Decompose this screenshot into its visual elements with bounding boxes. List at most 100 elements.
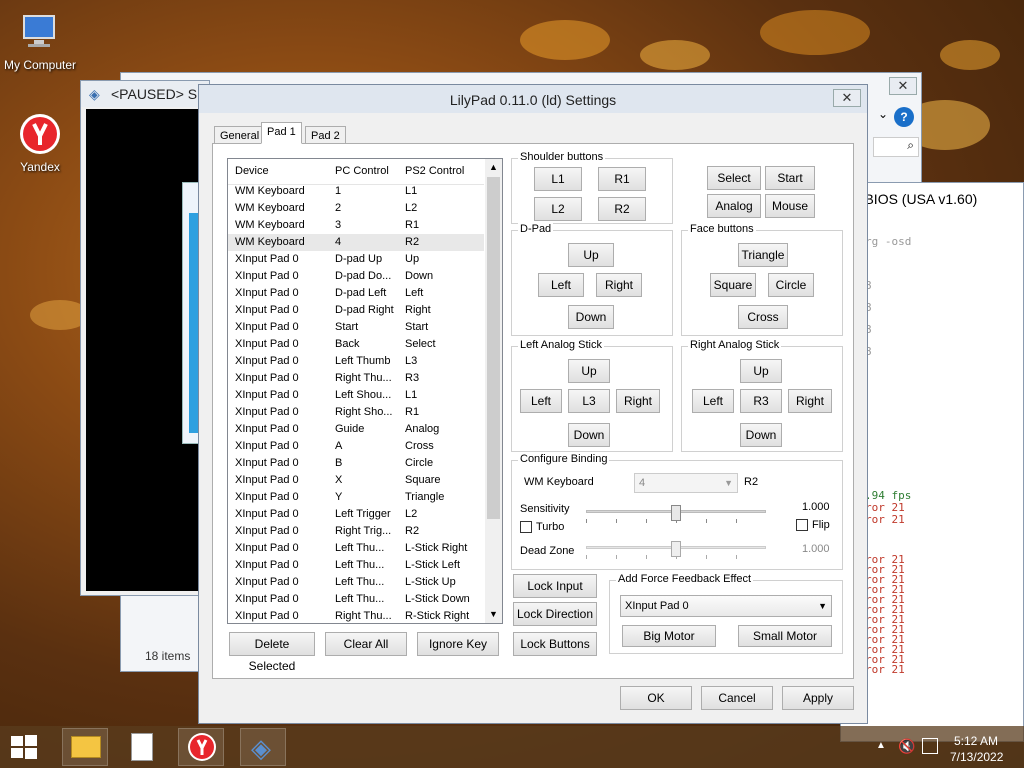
explorer-close-button[interactable]: ✕	[889, 77, 917, 95]
lock-direction-button[interactable]: Lock Direction	[513, 602, 597, 626]
r1-button[interactable]: R1	[598, 167, 646, 191]
l1-button[interactable]: L1	[534, 167, 582, 191]
lock-input-button[interactable]: Lock Input	[513, 574, 597, 598]
table-row[interactable]: XInput Pad 0 X Square	[228, 472, 484, 489]
big-motor-button[interactable]: Big Motor	[622, 625, 716, 647]
column-ps2-control[interactable]: PS2 Control	[405, 165, 464, 177]
explorer-help-icon[interactable]: ?	[894, 107, 914, 127]
rstick-right-button[interactable]: Right	[788, 389, 832, 413]
cancel-button[interactable]: Cancel	[701, 686, 773, 710]
scroll-thumb[interactable]	[487, 177, 500, 519]
slider-thumb[interactable]	[671, 541, 681, 557]
clock-time[interactable]: 5:12 AM	[954, 734, 998, 748]
column-pc-control[interactable]: PC Control	[335, 165, 389, 177]
l3-button[interactable]: L3	[568, 389, 610, 413]
table-row[interactable]: XInput Pad 0 B Circle	[228, 455, 484, 472]
lstick-up-button[interactable]: Up	[568, 359, 610, 383]
table-row[interactable]: WM Keyboard 2 L2	[228, 200, 484, 217]
cross-button[interactable]: Cross	[738, 305, 788, 329]
ignore-key-button[interactable]: Ignore Key	[417, 632, 499, 656]
square-button[interactable]: Square	[710, 273, 756, 297]
table-row[interactable]: XInput Pad 0 Right Thu... R3	[228, 370, 484, 387]
tab-general[interactable]: General	[214, 126, 266, 144]
table-row[interactable]: WM Keyboard 4 R2	[228, 234, 484, 251]
analog-button[interactable]: Analog	[707, 194, 761, 218]
rstick-left-button[interactable]: Left	[692, 389, 734, 413]
lstick-left-button[interactable]: Left	[520, 389, 562, 413]
table-row[interactable]: XInput Pad 0 Left Thu... L-Stick Left	[228, 557, 484, 574]
ok-button[interactable]: OK	[620, 686, 692, 710]
binding-key-select[interactable]: 4 ▼	[634, 473, 738, 493]
dialog-close-button[interactable]: ✕	[833, 89, 861, 107]
table-row[interactable]: XInput Pad 0 D-pad Up Up	[228, 251, 484, 268]
table-row[interactable]: XInput Pad 0 Start Start	[228, 319, 484, 336]
slider-thumb[interactable]	[671, 505, 681, 521]
table-row[interactable]: XInput Pad 0 Guide Analog	[228, 421, 484, 438]
lock-buttons-button[interactable]: Lock Buttons	[513, 632, 597, 656]
table-row[interactable]: XInput Pad 0 A Cross	[228, 438, 484, 455]
table-row[interactable]: XInput Pad 0 Back Select	[228, 336, 484, 353]
r3-button[interactable]: R3	[740, 389, 782, 413]
dialog-title-bar[interactable]: LilyPad 0.11.0 (ld) Settings ✕	[199, 85, 867, 113]
explorer-chevron-icon[interactable]: ⌄	[873, 107, 893, 127]
taskbar-file-button[interactable]	[118, 728, 164, 766]
sensitivity-slider[interactable]	[586, 505, 766, 523]
desktop-icon-yandex[interactable]: Yandex	[0, 112, 80, 174]
clock-date[interactable]: 7/13/2022	[950, 750, 1003, 764]
show-hidden-icons[interactable]: ▲	[876, 740, 886, 751]
table-row[interactable]: XInput Pad 0 Left Thu... L-Stick Right	[228, 540, 484, 557]
lstick-right-button[interactable]: Right	[616, 389, 660, 413]
network-icon[interactable]	[922, 738, 938, 754]
rstick-down-button[interactable]: Down	[740, 423, 782, 447]
desktop-icon-my-computer[interactable]: My Computer	[0, 10, 80, 72]
turbo-checkbox[interactable]	[520, 521, 532, 533]
bindings-list[interactable]: Device PC Control PS2 Control WM Keyboar…	[227, 158, 503, 624]
tab-pad1[interactable]: Pad 1	[261, 122, 302, 144]
table-row[interactable]: XInput Pad 0 Left Thu... L-Stick Down	[228, 591, 484, 608]
delete-selected-button[interactable]: Delete Selected	[229, 632, 315, 673]
scroll-up-icon[interactable]: ▲	[485, 159, 502, 176]
dpad-left-button[interactable]: Left	[538, 273, 584, 297]
scroll-down-icon[interactable]: ▼	[485, 606, 502, 623]
list-scrollbar[interactable]: ▲ ▼	[485, 159, 502, 623]
table-row[interactable]: XInput Pad 0 D-pad Do... Down	[228, 268, 484, 285]
l2-button[interactable]: L2	[534, 197, 582, 221]
small-motor-button[interactable]: Small Motor	[738, 625, 832, 647]
table-row[interactable]: XInput Pad 0 Left Trigger L2	[228, 506, 484, 523]
dpad-down-button[interactable]: Down	[568, 305, 614, 329]
triangle-button[interactable]: Triangle	[738, 243, 788, 267]
table-row[interactable]: XInput Pad 0 Right Trig... R2	[228, 523, 484, 540]
volume-muted-icon[interactable]: 🔇	[898, 738, 915, 755]
table-row[interactable]: XInput Pad 0 D-pad Left Left	[228, 285, 484, 302]
flip-checkbox[interactable]	[796, 519, 808, 531]
column-device[interactable]: Device	[235, 165, 269, 177]
explorer-search-icon[interactable]: ⌕	[873, 137, 919, 157]
apply-button[interactable]: Apply	[782, 686, 854, 710]
table-row[interactable]: XInput Pad 0 Right Thu... R-Stick Right	[228, 608, 484, 623]
mouse-button[interactable]: Mouse	[765, 194, 815, 218]
table-row[interactable]: WM Keyboard 3 R1	[228, 217, 484, 234]
dpad-right-button[interactable]: Right	[596, 273, 642, 297]
dpad-up-button[interactable]: Up	[568, 243, 614, 267]
table-row[interactable]: WM Keyboard 1 L1	[228, 183, 484, 200]
taskbar-pcsx2-button[interactable]: ◈	[240, 728, 286, 766]
taskbar-yandex-button[interactable]	[178, 728, 224, 766]
table-row[interactable]: XInput Pad 0 Left Thu... L-Stick Up	[228, 574, 484, 591]
circle-button[interactable]: Circle	[768, 273, 814, 297]
start-button-icon[interactable]	[10, 734, 38, 760]
lstick-down-button[interactable]: Down	[568, 423, 610, 447]
rstick-up-button[interactable]: Up	[740, 359, 782, 383]
ff-device-select[interactable]: XInput Pad 0 ▼	[620, 595, 832, 617]
table-row[interactable]: XInput Pad 0 Left Shou... L1	[228, 387, 484, 404]
r2-button[interactable]: R2	[598, 197, 646, 221]
table-row[interactable]: XInput Pad 0 Y Triangle	[228, 489, 484, 506]
table-row[interactable]: XInput Pad 0 Right Sho... R1	[228, 404, 484, 421]
clear-all-button[interactable]: Clear All	[325, 632, 407, 656]
deadzone-slider[interactable]	[586, 541, 766, 559]
select-button[interactable]: Select	[707, 166, 761, 190]
start-button[interactable]: Start	[765, 166, 815, 190]
emulator-title-bar[interactable]: ◈ <PAUSED> SL	[81, 81, 209, 107]
table-row[interactable]: XInput Pad 0 Left Thumb L3	[228, 353, 484, 370]
table-row[interactable]: XInput Pad 0 D-pad Right Right	[228, 302, 484, 319]
tab-pad2[interactable]: Pad 2	[305, 126, 346, 144]
